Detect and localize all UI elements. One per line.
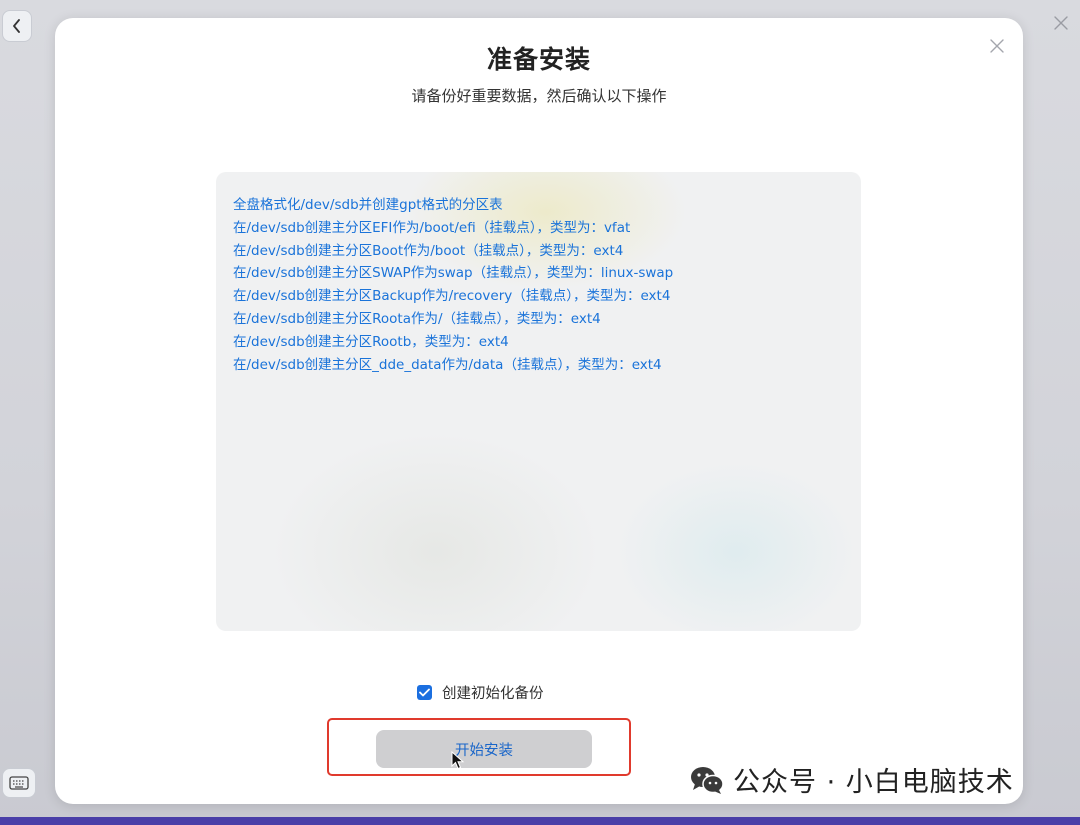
chevron-left-icon [13,19,20,33]
backup-checkbox-label: 创建初始化备份 [442,686,544,702]
keyboard-icon [9,776,29,790]
wechat-icon [691,766,724,794]
list-item: 在/dev/sdb创建主分区SWAP作为swap（挂载点），类型为：linux-… [233,265,674,282]
list-item: 在/dev/sdb创建主分区Boot作为/boot（挂载点），类型为：ext4 [233,242,624,259]
keyboard-button[interactable] [2,768,36,798]
window-close-icon[interactable] [1052,14,1070,32]
list-item: 全盘格式化/dev/sdb并创建gpt格式的分区表 [233,197,503,213]
operations-panel: 全盘格式化/dev/sdb并创建gpt格式的分区表 在/dev/sdb创建主分区… [216,172,861,631]
list-item: 在/dev/sdb创建主分区Backup作为/recovery（挂载点），类型为… [233,288,671,305]
page-title: 准备安装 [486,45,591,74]
list-item: 在/dev/sdb创建主分区Rootb，类型为：ext4 [233,333,509,350]
backup-option[interactable]: 创建初始化备份 [417,682,544,703]
taskbar-strip [0,817,1080,825]
start-install-button[interactable]: 开始安装 [376,730,592,768]
mouse-cursor-icon [451,751,465,770]
watermark-text: 公众号 · 小白电脑技术 [733,767,1014,798]
list-item: 在/dev/sdb创建主分区Roota作为/（挂载点），类型为：ext4 [233,310,601,327]
page-subtitle: 请备份好重要数据，然后确认以下操作 [411,87,667,105]
backup-checkbox[interactable] [417,685,432,700]
operations-list: 全盘格式化/dev/sdb并创建gpt格式的分区表 在/dev/sdb创建主分区… [233,194,673,376]
list-item: 在/dev/sdb创建主分区EFI作为/boot/efi（挂载点），类型为：vf… [233,219,631,236]
check-icon [419,688,430,697]
list-item: 在/dev/sdb创建主分区_dde_data作为/data（挂载点），类型为：… [233,356,662,373]
back-button[interactable] [2,10,32,42]
watermark: 公众号 · 小白电脑技术 [689,760,1014,799]
